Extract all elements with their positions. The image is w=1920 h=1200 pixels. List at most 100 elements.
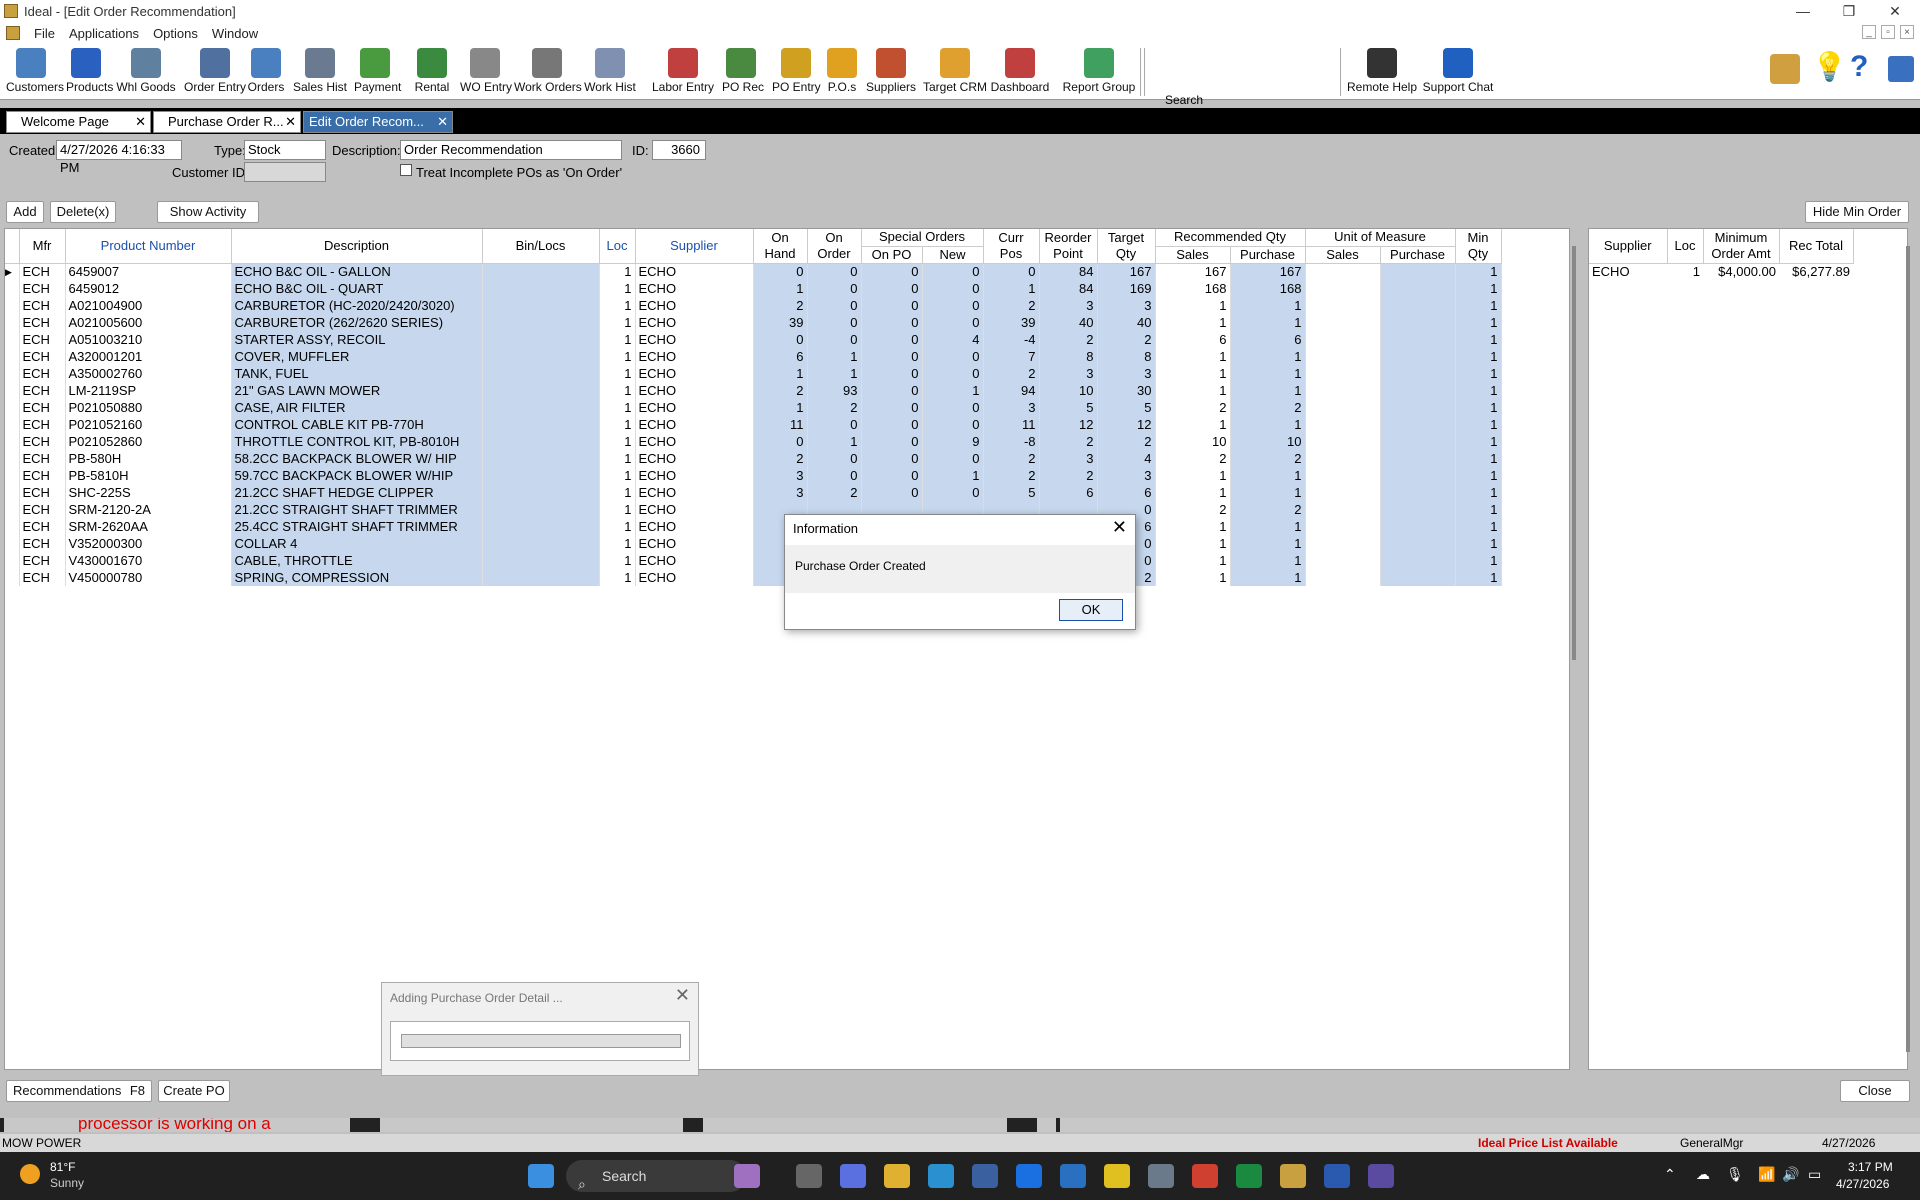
grid-cell[interactable]: ECH <box>19 348 66 365</box>
grid-cell[interactable]: CASE, AIR FILTER <box>231 399 483 416</box>
grid-cell[interactable]: 1 <box>1455 365 1502 382</box>
grid-cell[interactable]: SPRING, COMPRESSION <box>231 569 483 586</box>
grid-cell[interactable]: ECHO <box>635 416 754 433</box>
grid-cell[interactable]: A350002760 <box>65 365 232 382</box>
grid-cell[interactable] <box>482 450 600 467</box>
grid-cell[interactable] <box>1305 416 1381 433</box>
grid-cell[interactable]: ECH <box>19 382 66 399</box>
grid-cell[interactable]: 0 <box>861 416 923 433</box>
grid-cell[interactable] <box>1305 263 1381 280</box>
grid-cell[interactable]: A021004900 <box>65 297 232 314</box>
summary-cell[interactable]: $6,277.89 <box>1779 263 1853 280</box>
grid-cell[interactable]: 0 <box>807 416 862 433</box>
grid-cell[interactable] <box>1305 467 1381 484</box>
grid-cell[interactable]: 1 <box>983 280 1040 297</box>
grid-cell[interactable]: ECH <box>19 535 66 552</box>
grid-cell[interactable]: 0 <box>753 433 808 450</box>
grid-cell[interactable]: P021052860 <box>65 433 232 450</box>
grid-cell[interactable]: 0 <box>922 348 984 365</box>
tab-purchase-order[interactable]: Purchase Order R... ✕ <box>153 111 301 133</box>
grid-cell[interactable] <box>1305 501 1381 518</box>
grid-cell[interactable]: 0 <box>807 331 862 348</box>
grid-cell[interactable] <box>482 552 600 569</box>
grid-cell[interactable]: ECHO <box>635 501 754 518</box>
excel-icon[interactable] <box>1236 1164 1262 1188</box>
grid-cell[interactable]: 3 <box>1097 365 1156 382</box>
grid-cell[interactable]: 3 <box>1039 297 1098 314</box>
grid-cell[interactable]: 9 <box>922 433 984 450</box>
grid-cell[interactable]: LM-2119SP <box>65 382 232 399</box>
table-row[interactable]: ECH A021005600 CARBURETOR (262/2620 SERIES… <box>5 314 1502 331</box>
grid-cell[interactable]: 3 <box>1039 450 1098 467</box>
grid-cell[interactable]: 6 <box>1155 331 1231 348</box>
grid-cell[interactable]: 1 <box>1455 314 1502 331</box>
grid-cell[interactable]: 21" GAS LAWN MOWER <box>231 382 483 399</box>
col-on-hand[interactable]: On Hand <box>753 229 808 264</box>
toolbar-sales-hist-button[interactable]: Sales Hist <box>292 44 348 100</box>
grid-cell[interactable]: ECH <box>19 552 66 569</box>
grid-cell[interactable]: 1 <box>599 518 636 535</box>
packages-icon[interactable] <box>1770 54 1800 84</box>
table-row[interactable]: ECH P021052860 THROTTLE CONTROL KIT, PB-80… <box>5 433 1502 450</box>
grid-cell[interactable]: ECHO <box>635 552 754 569</box>
grid-cell[interactable] <box>1380 382 1456 399</box>
add-button[interactable]: Add <box>6 201 44 223</box>
type-field[interactable]: Stock <box>244 140 326 160</box>
grid-cell[interactable] <box>1380 263 1456 280</box>
grid-cell[interactable]: 3 <box>753 484 808 501</box>
grid-cell[interactable]: 84 <box>1039 263 1098 280</box>
recommendations-button[interactable]: Recommendations F8 <box>6 1080 152 1102</box>
grid-cell[interactable] <box>482 297 600 314</box>
grid-cell[interactable]: 1 <box>599 433 636 450</box>
grid-cell[interactable]: 0 <box>861 280 923 297</box>
grid-cell[interactable]: ECHO <box>635 348 754 365</box>
grid-cell[interactable] <box>1380 348 1456 365</box>
grid-cell[interactable]: THROTTLE CONTROL KIT, PB-8010H <box>231 433 483 450</box>
chevron-up-icon[interactable]: ⌃ <box>1664 1166 1676 1183</box>
grid-cell[interactable]: 1 <box>807 365 862 382</box>
grid-cell[interactable] <box>482 331 600 348</box>
grid-cell[interactable] <box>482 416 600 433</box>
grid-cell[interactable]: ECH <box>19 365 66 382</box>
grid-cell[interactable]: 1 <box>922 467 984 484</box>
grid-cell[interactable]: ECHO <box>635 280 754 297</box>
col-min-qty[interactable]: Min Qty <box>1455 229 1502 264</box>
grid-cell[interactable]: 3 <box>753 467 808 484</box>
grid-cell[interactable] <box>1305 348 1381 365</box>
grid-cell[interactable] <box>1305 297 1381 314</box>
col-rec-sales[interactable]: Sales <box>1155 246 1231 264</box>
table-row[interactable]: ECH SHC-225S 21.2CC SHAFT HEDGE CLIPPER 1 EC… <box>5 484 1502 501</box>
grid-cell[interactable]: 6459012 <box>65 280 232 297</box>
col-supplier[interactable]: Supplier <box>635 229 754 264</box>
grid-cell[interactable] <box>1380 484 1456 501</box>
grid-cell[interactable]: 2 <box>1039 433 1098 450</box>
grid-cell[interactable]: 168 <box>1230 280 1306 297</box>
grid-cell[interactable]: 1 <box>1155 348 1231 365</box>
grid-cell[interactable]: 10 <box>1155 433 1231 450</box>
grid-cell[interactable]: 93 <box>807 382 862 399</box>
grid-cell[interactable] <box>1380 569 1456 586</box>
grid-cell[interactable]: 1 <box>1230 518 1306 535</box>
grid-cell[interactable]: ECHO B&C OIL - QUART <box>231 280 483 297</box>
grid-cell[interactable]: 0 <box>807 450 862 467</box>
restore-button[interactable]: ❐ <box>1826 0 1872 22</box>
grid-cell[interactable]: 1 <box>599 416 636 433</box>
grid-cell[interactable]: 10 <box>1039 382 1098 399</box>
close-button[interactable]: Close <box>1840 1080 1910 1102</box>
grid-cell[interactable]: 10 <box>1230 433 1306 450</box>
table-row[interactable]: ECH 6459012 ECHO B&C OIL - QUART 1 ECHO 1 0 0 0 1… <box>5 280 1502 297</box>
grid-cell[interactable]: 1 <box>1455 484 1502 501</box>
grid-cell[interactable]: 2 <box>1039 331 1098 348</box>
col-description[interactable]: Description <box>231 229 483 264</box>
grid-cell[interactable]: 1 <box>1455 552 1502 569</box>
create-po-button[interactable]: Create PO <box>158 1080 230 1102</box>
grid-cell[interactable]: 21.2CC STRAIGHT SHAFT TRIMMER <box>231 501 483 518</box>
grid-cell[interactable]: 169 <box>1097 280 1156 297</box>
grid-cell[interactable] <box>482 280 600 297</box>
toolbar-support-chat-button[interactable]: Support Chat <box>1422 44 1494 100</box>
grid-cell[interactable]: 1 <box>1455 297 1502 314</box>
toolbar-customers-button[interactable]: Customers <box>6 44 64 100</box>
grid-cell[interactable]: 1 <box>753 365 808 382</box>
grid-cell[interactable] <box>482 467 600 484</box>
grid-cell[interactable] <box>482 314 600 331</box>
